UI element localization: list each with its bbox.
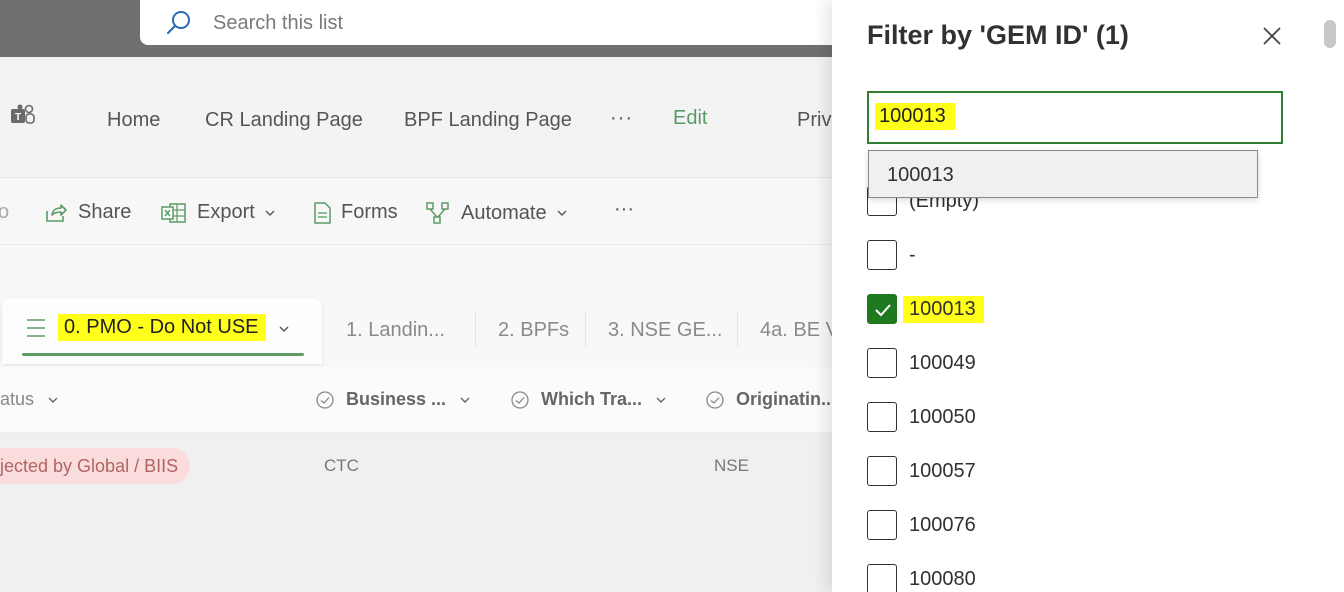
filter-option[interactable]: 100076	[867, 510, 976, 540]
column-label: Business ...	[346, 389, 447, 409]
option-label: 100057	[909, 459, 976, 482]
filter-option[interactable]: 100049	[867, 348, 976, 378]
column-label: Originatin...	[736, 389, 832, 409]
chevron-down-icon	[265, 210, 275, 216]
status-badge: jected by Global / BIIS	[0, 448, 191, 484]
tab-landing[interactable]: 1. Landin...	[346, 319, 445, 342]
active-tab-indicator	[22, 353, 304, 356]
command-more-button[interactable]: ···	[614, 198, 634, 221]
filter-search-field[interactable]	[867, 91, 1283, 144]
checkmark-icon	[875, 304, 891, 317]
column-header-row: atus Business ... Which Tra... Originati…	[0, 367, 832, 433]
view-area: 0. PMO - Do Not USE 1. Landin... 2. BPFs…	[0, 245, 832, 592]
checkbox[interactable]	[867, 510, 897, 540]
command-bar: o Share Export Forms Automate ···	[0, 178, 832, 245]
nav-item-home[interactable]: Home	[107, 109, 160, 132]
filter-panel: Filter by 'GEM ID' (1) 100013 (Empty) - …	[832, 0, 1344, 592]
autocomplete-suggestion[interactable]: 100013	[868, 150, 1258, 198]
checkbox[interactable]	[867, 240, 897, 270]
command-partial[interactable]: o	[0, 201, 9, 224]
top-bar: Search this list	[0, 0, 832, 57]
form-icon	[314, 201, 331, 224]
nav-edit-link[interactable]: Edit	[673, 107, 707, 130]
export-button[interactable]: Export	[161, 201, 285, 224]
option-label: 100050	[909, 405, 976, 428]
tab-bpfs[interactable]: 2. BPFs	[498, 319, 569, 342]
excel-icon	[161, 202, 186, 223]
option-label: 100080	[909, 567, 976, 590]
chevron-down-icon	[460, 397, 470, 403]
checkbox[interactable]	[867, 348, 897, 378]
nav-more-button[interactable]: ···	[610, 107, 633, 130]
filter-option[interactable]: -	[867, 240, 916, 270]
chevron-down-icon	[656, 397, 666, 403]
column-label: Which Tra...	[541, 389, 643, 409]
automate-button[interactable]: Automate	[425, 201, 577, 225]
active-view-label: 0. PMO - Do Not USE	[58, 314, 266, 341]
checkbox[interactable]	[867, 456, 897, 486]
tab-nse-ge[interactable]: 3. NSE GE...	[608, 319, 722, 342]
suggestion-label: 100013	[887, 164, 954, 186]
tab-active-view[interactable]: 0. PMO - Do Not USE	[2, 298, 322, 364]
hamburger-icon	[27, 319, 45, 337]
table-row[interactable]: jected by Global / BIIS CTC NSE	[0, 433, 832, 592]
chevron-down-icon	[279, 326, 289, 332]
choice-column-icon	[706, 390, 724, 409]
filter-option[interactable]: 100050	[867, 402, 976, 432]
chevron-down-icon	[557, 210, 567, 216]
site-navigation: T Home CR Landing Page BPF Landing Page …	[0, 57, 832, 178]
tab-divider	[737, 312, 738, 348]
share-icon	[46, 203, 67, 222]
option-label: -	[909, 243, 916, 266]
nav-item-cr-landing-page[interactable]: CR Landing Page	[205, 109, 363, 132]
search-placeholder: Search this list	[213, 12, 344, 34]
column-label: atus	[0, 389, 35, 409]
chevron-down-icon	[48, 397, 58, 403]
svg-text:T: T	[15, 112, 21, 123]
tab-divider	[585, 312, 586, 348]
forms-label: Forms	[341, 201, 398, 223]
nav-item-truncated[interactable]: Priv	[797, 109, 831, 132]
choice-column-icon	[511, 390, 529, 409]
option-label: 100049	[909, 351, 976, 374]
search-icon	[166, 10, 192, 41]
automate-label: Automate	[461, 201, 547, 224]
choice-column-icon	[316, 390, 334, 409]
list-page: Search this list T Home CR Landing Page …	[0, 0, 832, 592]
close-button[interactable]	[1260, 24, 1284, 48]
checkbox[interactable]	[867, 564, 897, 592]
share-button[interactable]: Share	[44, 201, 131, 224]
tab-divider	[475, 312, 476, 348]
close-icon	[1263, 27, 1281, 45]
filter-option[interactable]: 100057	[867, 456, 976, 486]
share-label: Share	[78, 201, 132, 223]
checkbox-checked[interactable]	[867, 294, 897, 324]
filter-panel-title: Filter by 'GEM ID' (1)	[867, 20, 1129, 50]
filter-search-input[interactable]	[875, 103, 955, 130]
column-header-originating[interactable]: Originatin...	[706, 389, 832, 410]
filter-option[interactable]: 100080	[867, 564, 976, 592]
column-header-status[interactable]: atus	[0, 389, 58, 410]
nav-item-bpf-landing-page[interactable]: BPF Landing Page	[404, 109, 572, 132]
option-label: 100076	[909, 513, 976, 536]
tab-be-v[interactable]: 4a. BE V	[760, 319, 832, 342]
teams-icon[interactable]: T	[10, 104, 36, 131]
filter-option[interactable]: 100013	[867, 294, 984, 324]
export-label: Export	[197, 201, 255, 223]
option-label: 100013	[903, 295, 984, 323]
automate-icon	[426, 202, 449, 224]
cell-originating: NSE	[714, 456, 749, 475]
cell-business: CTC	[324, 456, 359, 475]
checkbox[interactable]	[867, 402, 897, 432]
scrollbar-thumb[interactable]	[1324, 20, 1336, 48]
forms-button[interactable]: Forms	[313, 201, 398, 224]
search-box[interactable]: Search this list	[140, 0, 832, 45]
column-header-which[interactable]: Which Tra...	[511, 389, 666, 410]
column-header-business[interactable]: Business ...	[316, 389, 470, 410]
